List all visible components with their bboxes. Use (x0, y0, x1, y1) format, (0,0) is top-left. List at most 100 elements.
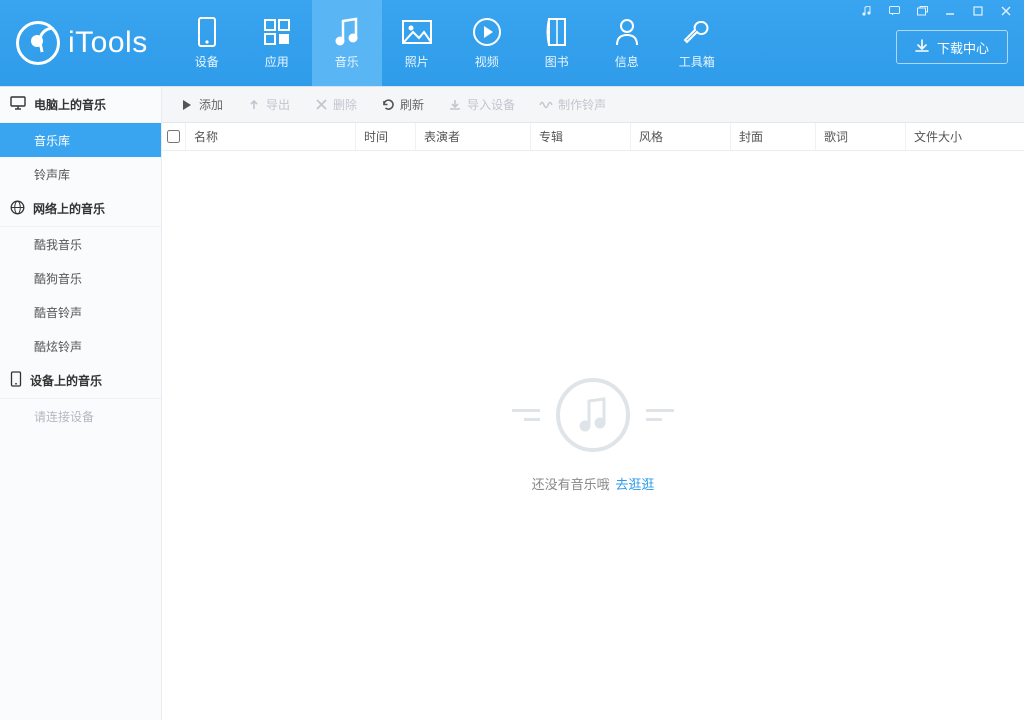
table-header: 名称 时间 表演者 专辑 风格 封面 歌词 文件大小 (162, 123, 1024, 151)
sidebar-item-kuyin-ring[interactable]: 酷音铃声 (0, 295, 161, 329)
sidebar-item-label: 酷狗音乐 (34, 270, 82, 287)
download-center-label: 下载中心 (937, 38, 989, 57)
refresh-icon (381, 98, 395, 112)
sidebar-item-kuxuan-ring[interactable]: 酷炫铃声 (0, 329, 161, 363)
tool-label: 添加 (199, 96, 223, 113)
play-circle-icon (472, 17, 502, 47)
arrow-up-icon (247, 98, 261, 112)
sidebar-section-online: 网络上的音乐 (0, 191, 161, 227)
dash-icon (512, 409, 540, 412)
empty-state: 还没有音乐哦 去逛逛 (162, 151, 1024, 720)
nav-book[interactable]: 图书 (522, 0, 592, 86)
play-add-icon (180, 98, 194, 112)
dash-icon (646, 418, 662, 421)
tool-label: 刷新 (400, 96, 424, 113)
empty-illustration (512, 378, 674, 452)
nav-label: 图书 (545, 53, 569, 70)
col-lyric[interactable]: 歌词 (816, 123, 906, 150)
sidebar-item-label: 酷炫铃声 (34, 338, 82, 355)
phone-small-icon (10, 371, 22, 390)
delete-button: 删除 (304, 92, 367, 117)
nav-info[interactable]: 信息 (592, 0, 662, 86)
tool-label: 导入设备 (467, 96, 515, 113)
nav-toolbox[interactable]: 工具箱 (662, 0, 732, 86)
col-album[interactable]: 专辑 (531, 123, 631, 150)
music-note-circle-icon (556, 378, 630, 452)
nav-label: 信息 (615, 53, 639, 70)
grid-icon (262, 17, 292, 47)
nav-label: 设备 (195, 53, 219, 70)
sidebar-section-device: 设备上的音乐 (0, 363, 161, 399)
sidebar-item-kuwo[interactable]: 酷我音乐 (0, 227, 161, 261)
empty-browse-link[interactable]: 去逛逛 (615, 477, 654, 492)
sidebar-item-music-lib[interactable]: 音乐库 (0, 123, 161, 157)
sidebar-item-label: 请连接设备 (34, 408, 94, 425)
titlebar-music-icon[interactable] (852, 2, 880, 20)
wave-icon (539, 98, 553, 112)
nav-label: 应用 (265, 53, 289, 70)
sidebar: 电脑上的音乐 音乐库 铃声库 网络上的音乐 酷我音乐 酷狗音乐 酷音铃声 酷炫铃… (0, 87, 162, 720)
col-time[interactable]: 时间 (356, 123, 416, 150)
wrench-icon (682, 17, 712, 47)
download-icon (915, 39, 929, 56)
titlebar-controls (852, 2, 1020, 20)
sidebar-item-label: 酷音铃声 (34, 304, 82, 321)
download-center-button[interactable]: 下载中心 (896, 30, 1008, 64)
dash-icon (524, 418, 540, 421)
sidebar-item-label: 铃声库 (34, 166, 70, 183)
nav-music[interactable]: 音乐 (312, 0, 382, 86)
sidebar-item-kugou[interactable]: 酷狗音乐 (0, 261, 161, 295)
globe-icon (10, 200, 25, 218)
sidebar-item-label: 音乐库 (34, 132, 70, 149)
sidebar-section-title: 设备上的音乐 (30, 372, 102, 389)
sidebar-section-title: 网络上的音乐 (33, 200, 105, 217)
dash-icon (646, 409, 674, 412)
maximize-button[interactable] (964, 2, 992, 20)
empty-text: 还没有音乐哦 (532, 477, 610, 492)
content-toolbar: 添加 导出 删除 刷新 导入设备 制作铃声 (162, 87, 1024, 123)
content-area: 添加 导出 删除 刷新 导入设备 制作铃声 (162, 87, 1024, 720)
nav-photo[interactable]: 照片 (382, 0, 452, 86)
add-button[interactable]: 添加 (170, 92, 233, 117)
app-body: 电脑上的音乐 音乐库 铃声库 网络上的音乐 酷我音乐 酷狗音乐 酷音铃声 酷炫铃… (0, 86, 1024, 720)
logo-icon (16, 21, 60, 65)
col-genre[interactable]: 风格 (631, 123, 731, 150)
app-header: iTools 设备 应用 音乐 照片 (0, 0, 1024, 86)
sidebar-item-label: 酷我音乐 (34, 236, 82, 253)
close-button[interactable] (992, 2, 1020, 20)
nav-label: 视频 (475, 53, 499, 70)
x-icon (314, 98, 328, 112)
col-size[interactable]: 文件大小 (906, 123, 1024, 150)
nav-label: 工具箱 (679, 53, 715, 70)
person-icon (612, 17, 642, 47)
tool-label: 制作铃声 (558, 96, 606, 113)
col-name[interactable]: 名称 (186, 123, 356, 150)
nav-label: 照片 (405, 53, 429, 70)
main-nav: 设备 应用 音乐 照片 视频 (172, 0, 732, 86)
import-device-button: 导入设备 (438, 92, 525, 117)
arrow-down-box-icon (448, 98, 462, 112)
nav-video[interactable]: 视频 (452, 0, 522, 86)
minimize-button[interactable] (936, 2, 964, 20)
col-artist[interactable]: 表演者 (416, 123, 531, 150)
tool-label: 导出 (266, 96, 290, 113)
phone-icon (192, 17, 222, 47)
empty-message: 还没有音乐哦 去逛逛 (532, 474, 655, 493)
col-cover[interactable]: 封面 (731, 123, 816, 150)
nav-apps[interactable]: 应用 (242, 0, 312, 86)
refresh-button[interactable]: 刷新 (371, 92, 434, 117)
sidebar-item-ringtone-lib[interactable]: 铃声库 (0, 157, 161, 191)
export-button: 导出 (237, 92, 300, 117)
app-logo: iTools (0, 0, 172, 86)
make-ringtone-button: 制作铃声 (529, 92, 616, 117)
music-icon (332, 17, 362, 47)
sidebar-section-title: 电脑上的音乐 (34, 96, 106, 113)
select-all-checkbox[interactable] (167, 130, 180, 143)
titlebar-window-icon[interactable] (908, 2, 936, 20)
sidebar-section-local: 电脑上的音乐 (0, 87, 161, 123)
select-all-cell[interactable] (162, 123, 186, 150)
nav-device[interactable]: 设备 (172, 0, 242, 86)
titlebar-chat-icon[interactable] (880, 2, 908, 20)
image-icon (402, 17, 432, 47)
tool-label: 删除 (333, 96, 357, 113)
